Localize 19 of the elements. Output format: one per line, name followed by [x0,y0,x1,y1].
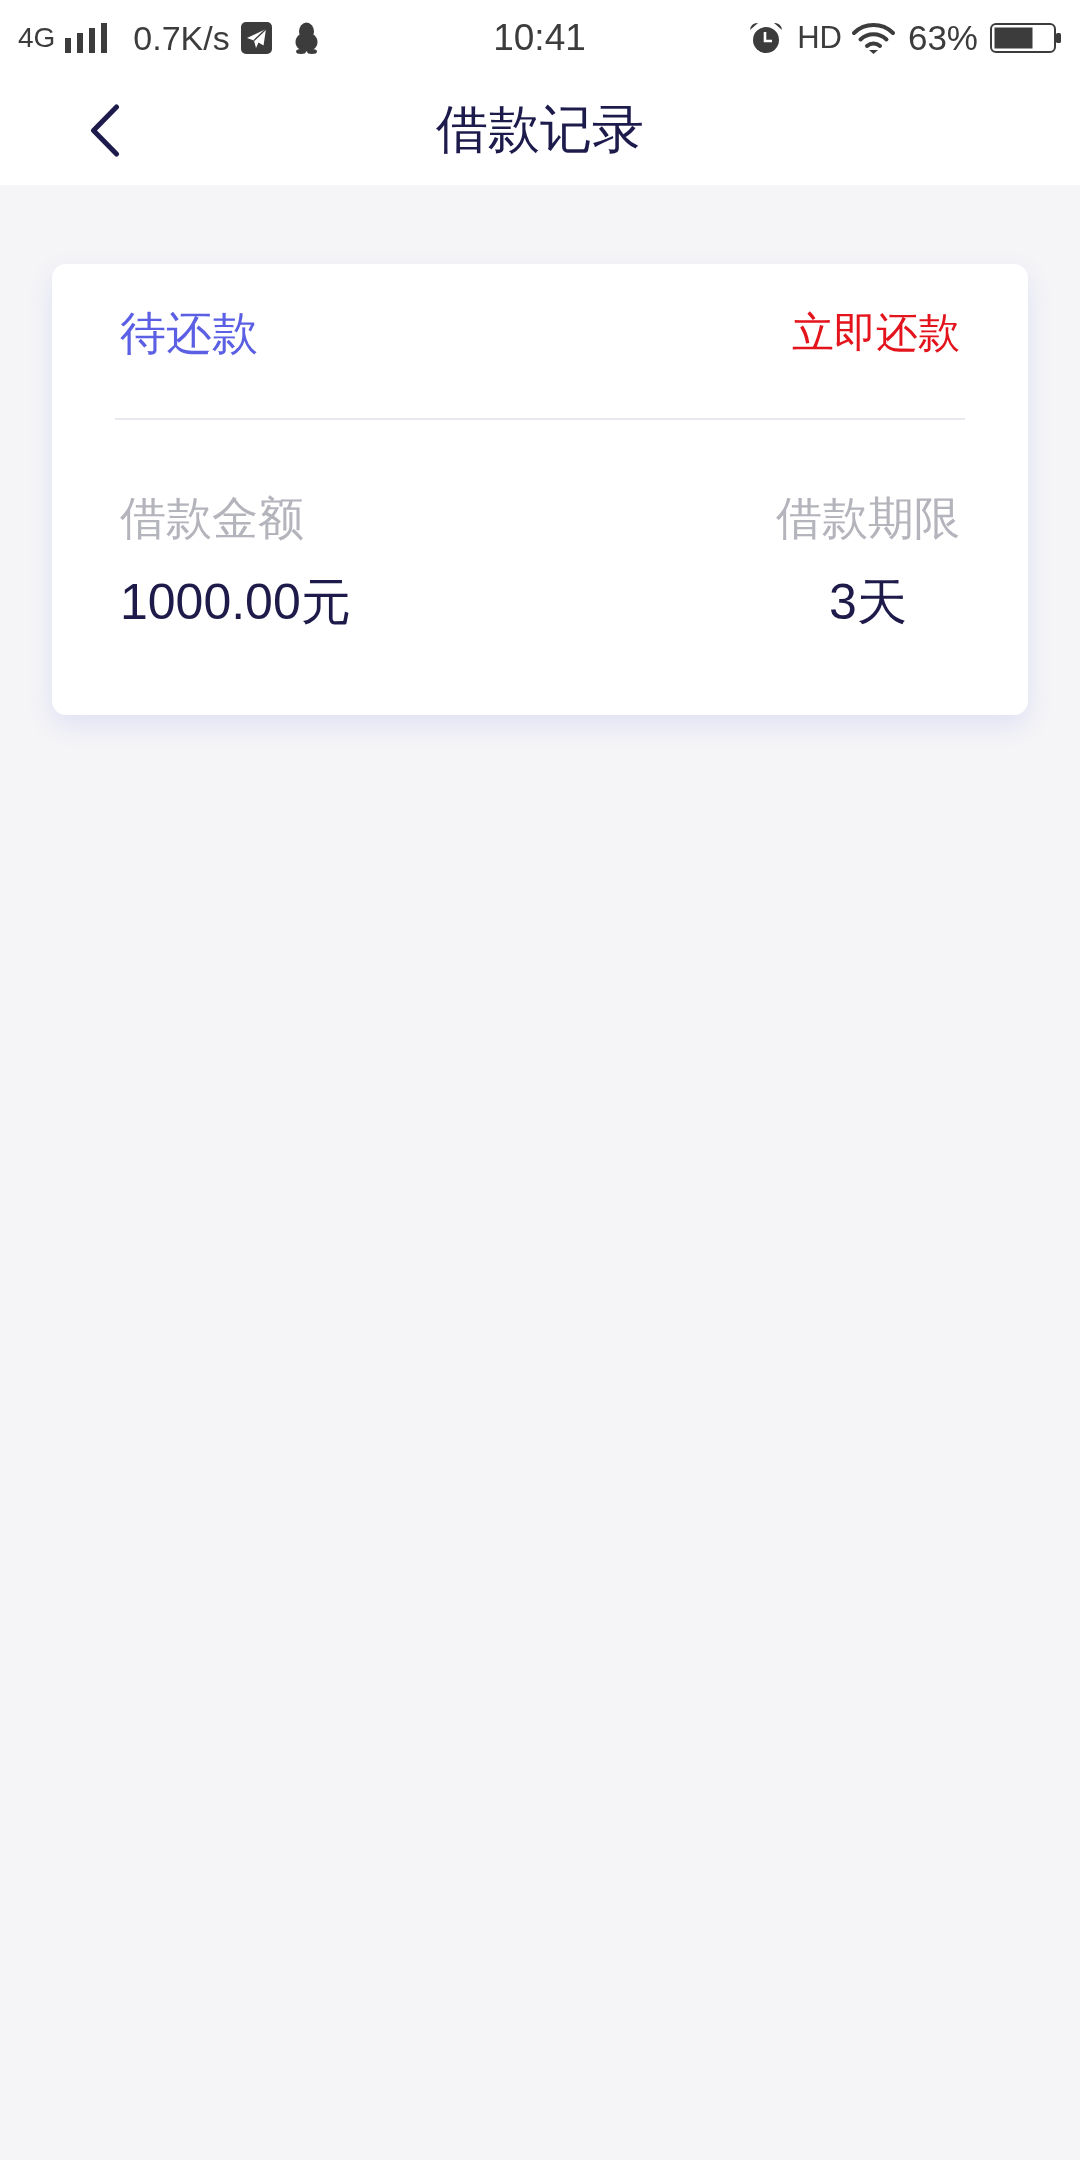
repay-now-link[interactable]: 立即还款 [792,304,960,362]
clock-time: 10:41 [493,19,586,56]
field-value: 1000.00元 [120,574,351,630]
hd-indicator: HD [797,22,842,53]
field-label: 借款期限 [776,491,960,546]
paper-plane-icon [240,21,272,54]
page-title: 借款记录 [436,101,644,159]
network-speed: 0.7K/s [133,20,230,55]
wifi-icon [850,21,896,54]
battery-percent: 63% [907,20,978,55]
signal-icon [65,22,108,53]
record-status: 待还款 [120,306,258,361]
back-button[interactable] [88,101,122,159]
field-label: 借款金额 [120,491,304,546]
alarm-clock-icon [749,21,784,54]
chevron-left-icon [90,103,120,157]
battery-icon [990,22,1061,53]
field-value: 3天 [829,574,907,630]
network-type: 4G [18,23,56,52]
